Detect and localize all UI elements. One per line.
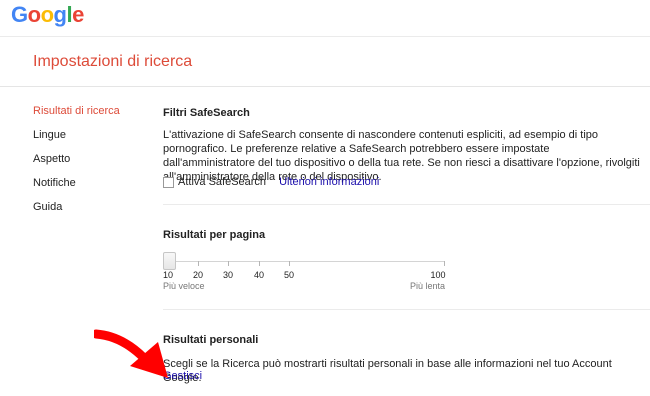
google-logo[interactable]: Google [11, 3, 84, 27]
sidebar-item-search-results[interactable]: Risultati di ricerca [33, 104, 143, 128]
personal-results-description: Scegli se la Ricerca può mostrarti risul… [163, 358, 612, 384]
sidebar-item-languages[interactable]: Lingue [33, 128, 143, 152]
section-divider [163, 309, 650, 310]
slider-tick-label: 100 [430, 270, 446, 280]
slider-handle[interactable] [163, 252, 176, 270]
logo-letter: G [11, 2, 28, 27]
logo-letter: e [72, 2, 84, 27]
slider-tick [259, 261, 260, 266]
slider-tick-label: 30 [222, 270, 234, 280]
slider-tick [289, 261, 290, 266]
safesearch-row: Attiva SafeSearch Ulteriori informazioni [163, 175, 379, 189]
safesearch-checkbox[interactable] [163, 176, 174, 188]
slider-max-label: Più lenta [409, 281, 445, 291]
results-per-page-title: Risultati per pagina [163, 229, 266, 241]
slider-tick [198, 261, 199, 266]
logo-letter: o [40, 2, 54, 27]
personal-results-title: Risultati personali [163, 334, 259, 346]
safesearch-checkbox-label[interactable]: Attiva SafeSearch [178, 176, 266, 188]
settings-main: Filtri SafeSearch L'attivazione di SafeS… [163, 0, 650, 396]
safesearch-title: Filtri SafeSearch [163, 107, 250, 119]
slider-tick-label: 10 [162, 270, 174, 280]
settings-sidebar: Risultati di ricerca Lingue Aspetto Noti… [33, 104, 143, 224]
annotation-arrow-icon [94, 329, 168, 378]
slider-tick [444, 261, 445, 266]
results-per-page-slider[interactable]: 10 20 30 40 50 100 Più veloce Più lenta [163, 252, 448, 292]
logo-letter: g [53, 2, 67, 27]
section-divider [163, 204, 650, 205]
sidebar-item-notifications[interactable]: Notifiche [33, 176, 143, 200]
slider-tick [228, 261, 229, 266]
slider-track [165, 261, 445, 262]
slider-tick-label: 40 [253, 270, 265, 280]
sidebar-item-help[interactable]: Guida [33, 200, 143, 224]
more-info-link[interactable]: Ulteriori informazioni [279, 176, 379, 188]
slider-min-label: Più veloce [163, 281, 205, 291]
logo-letter: o [27, 2, 41, 27]
sidebar-item-appearance[interactable]: Aspetto [33, 152, 143, 176]
slider-tick-label: 20 [192, 270, 204, 280]
slider-tick-label: 50 [283, 270, 295, 280]
